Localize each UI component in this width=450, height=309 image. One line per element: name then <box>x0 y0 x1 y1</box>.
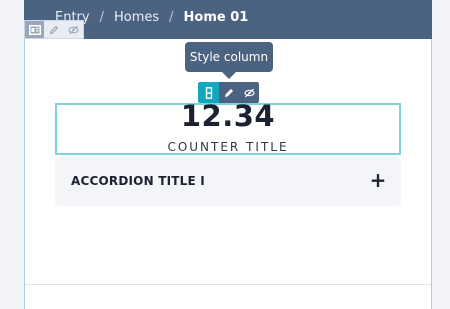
page-builder-canvas: Entry / Homes / Home 01 Style column 12.… <box>0 0 450 309</box>
top-header-bar: Entry / Homes / Home 01 <box>24 0 432 39</box>
counter-title: COUNTER TITLE <box>167 140 289 154</box>
edit-icon <box>224 88 234 97</box>
row-toolbar <box>24 20 84 39</box>
counter-widget[interactable]: 12.34 COUNTER TITLE <box>55 99 401 155</box>
style-column-tooltip: Style column <box>185 42 273 72</box>
breadcrumb-separator: / <box>169 10 174 25</box>
breadcrumb-item-current: Home 01 <box>183 10 249 25</box>
breadcrumb-separator: / <box>99 10 104 25</box>
style-column-icon <box>205 86 212 99</box>
plus-icon[interactable]: + <box>369 170 387 190</box>
breadcrumb-item-homes[interactable]: Homes <box>114 11 159 25</box>
hide-icon <box>243 88 255 97</box>
counter-value: 12.34 <box>180 99 276 133</box>
accordion-title: ACCORDION TITLE I <box>71 174 205 188</box>
row-layout-button[interactable] <box>25 21 45 38</box>
breadcrumb: Entry / Homes / Home 01 <box>55 11 248 25</box>
section-divider <box>25 284 431 285</box>
row-hide-button[interactable] <box>64 21 83 38</box>
accordion-item[interactable]: ACCORDION TITLE I + <box>55 157 401 206</box>
tooltip-arrow <box>222 72 236 79</box>
row-edit-button[interactable] <box>44 21 63 38</box>
hide-icon <box>68 25 79 34</box>
layout-icon <box>28 24 41 35</box>
edit-icon <box>49 25 59 34</box>
